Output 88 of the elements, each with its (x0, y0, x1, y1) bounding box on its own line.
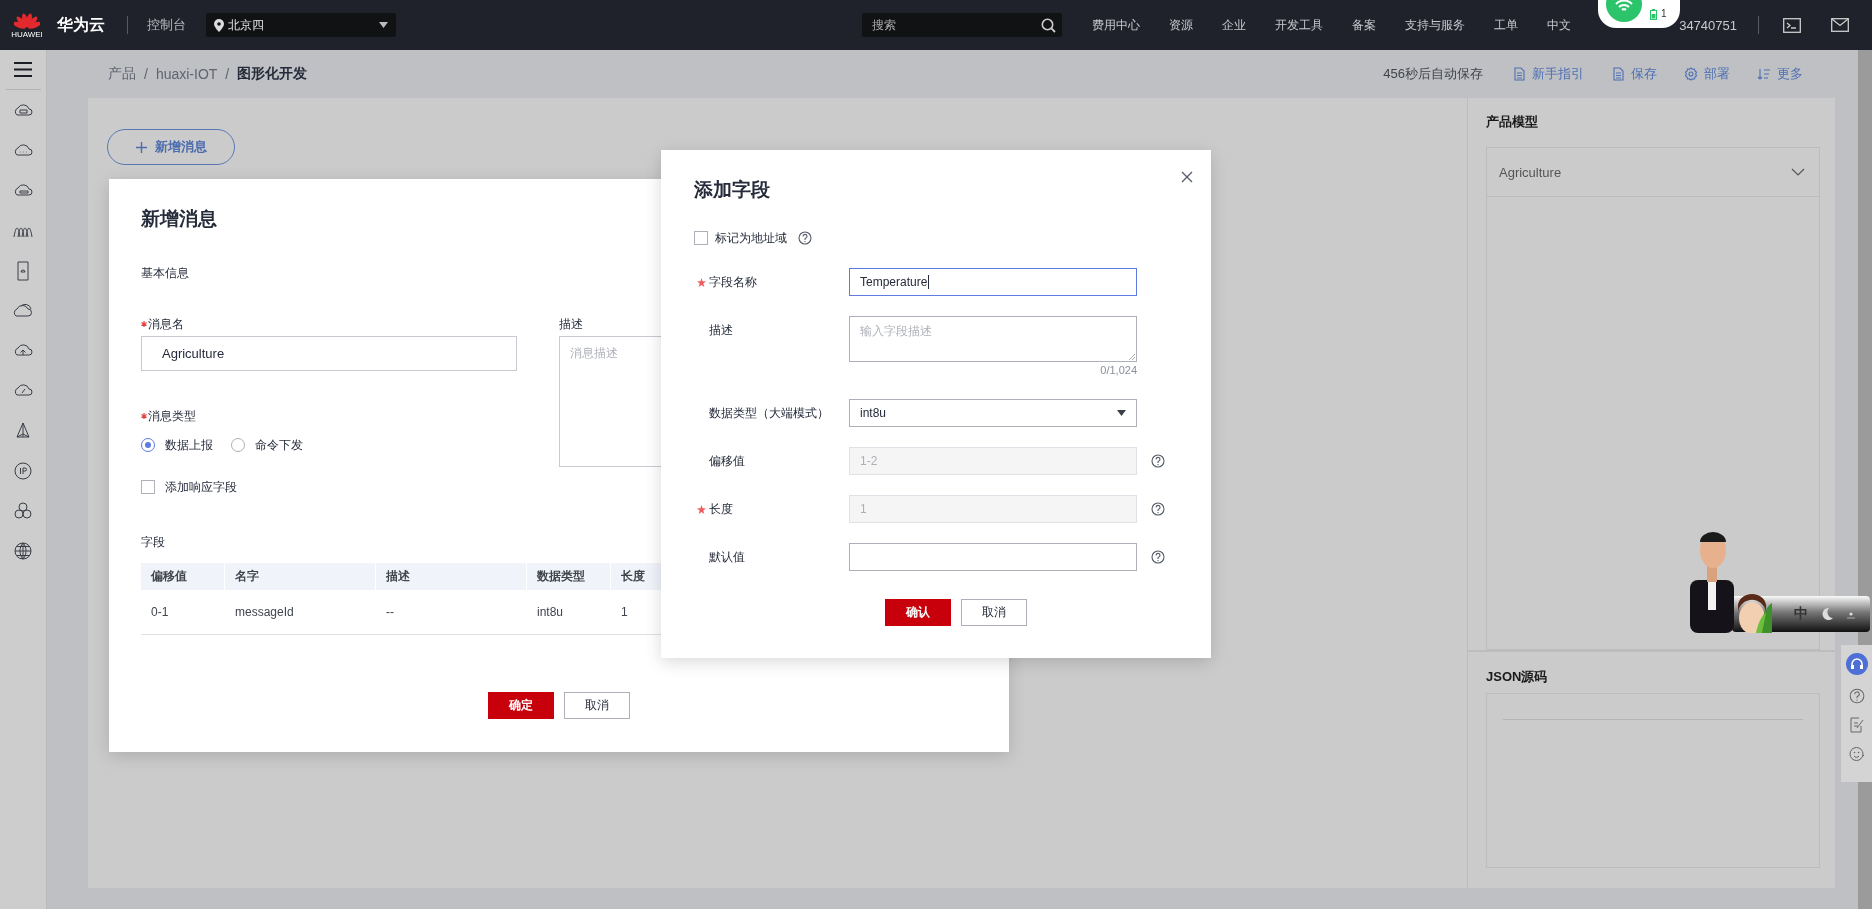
service-icon[interactable] (12, 540, 34, 562)
radio-label[interactable]: 数据上报 (165, 435, 213, 455)
close-icon[interactable] (1181, 171, 1193, 183)
cancel-button[interactable]: 取消 (564, 692, 630, 719)
nav-link[interactable]: 工单 (1494, 16, 1518, 34)
panel-title: JSON源码 (1486, 669, 1549, 685)
field-label: 描述 (709, 322, 733, 339)
text-field[interactable]: Agriculture (141, 336, 517, 371)
dialog-title: 新增消息 (141, 207, 218, 231)
wifi-icon (1606, 0, 1642, 22)
caret-icon (1117, 410, 1126, 416)
column-header: 名字 (225, 563, 376, 590)
location-pin-icon (214, 18, 224, 32)
breadcrumb-separator: / (225, 66, 230, 82)
caret-icon (379, 22, 388, 28)
moon-icon[interactable] (1820, 607, 1834, 621)
resize-handle-icon[interactable] (1128, 353, 1135, 360)
section-title: 字段 (141, 534, 165, 551)
search-field[interactable]: 搜索 (862, 13, 1062, 37)
panel-title: 产品模型 (1486, 114, 1539, 130)
status-widget[interactable]: 1 (1598, 0, 1680, 28)
text-field[interactable] (849, 543, 1137, 571)
table-cell-text: -- (385, 604, 395, 621)
table-cell-text: int8u (536, 604, 565, 621)
checkbox[interactable] (694, 231, 708, 245)
plus-icon (135, 141, 147, 153)
headset-icon[interactable] (1845, 653, 1868, 675)
model-select[interactable]: Agriculture (1487, 148, 1819, 197)
dialog-title: 添加字段 (694, 178, 771, 202)
count-text: 1 (1661, 8, 1667, 20)
character-counter: 0/1,024 (1100, 363, 1137, 378)
breadcrumb-current: 图形化开发 (237, 65, 308, 83)
type-select[interactable]: int8u (849, 399, 1137, 427)
field-label: 偏移值 (709, 453, 745, 470)
action-icon (1611, 67, 1625, 81)
battery-icon (1650, 9, 1657, 20)
field-label: 描述 (559, 316, 583, 333)
region-select[interactable]: 北京四 (206, 13, 396, 37)
nav-link[interactable]: 资源 (1169, 16, 1193, 34)
column-header: 数据类型 (527, 563, 611, 590)
help-icon[interactable] (1151, 550, 1165, 564)
action-icon (1684, 67, 1698, 81)
checkbox[interactable] (141, 480, 155, 494)
radio-label[interactable]: 命令下发 (255, 435, 303, 455)
column-header: 描述 (376, 563, 527, 590)
smiley-icon[interactable] (1848, 746, 1865, 762)
action-icon (1757, 67, 1771, 81)
column-header: 偏移值 (141, 563, 225, 590)
nav-link[interactable]: 支持与服务 (1405, 16, 1465, 34)
action-icon (1512, 67, 1526, 81)
field-label: 默认值 (709, 549, 745, 566)
field-label: 消息类型 (148, 408, 196, 425)
brand-name[interactable]: 华为云 (57, 14, 105, 36)
table-cell-text: 0-1 (150, 604, 170, 621)
cancel-button[interactable]: 取消 (961, 599, 1027, 626)
account-name[interactable]: 34740751 (1679, 17, 1737, 33)
nav-link[interactable]: 中文 (1547, 16, 1571, 34)
service-icon[interactable] (12, 460, 34, 482)
mail-icon[interactable] (1831, 18, 1849, 32)
nav-link[interactable]: 备案 (1352, 16, 1376, 34)
checkbox-label[interactable]: 添加响应字段 (165, 477, 237, 497)
breadcrumb-separator: / (144, 66, 148, 82)
autosave-status: 456秒后自动保存 (1383, 65, 1483, 83)
logo-icon (14, 11, 40, 29)
nav-link[interactable]: 企业 (1222, 16, 1246, 34)
edit-icon[interactable] (1848, 717, 1865, 733)
text-field[interactable]: Temperature (849, 268, 1137, 296)
confirm-button[interactable]: 确定 (488, 692, 554, 719)
help-icon[interactable] (798, 231, 812, 245)
nav-link[interactable]: 费用中心 (1092, 16, 1140, 34)
table-cell-text: messageId (234, 604, 295, 621)
field-label: 长度 (709, 501, 733, 518)
brand-text: HUAWEI (11, 30, 43, 39)
nav-link[interactable]: 开发工具 (1275, 16, 1323, 34)
field-label: 字段名称 (709, 274, 757, 291)
service-icon[interactable] (12, 500, 34, 522)
section-title: 基本信息 (141, 265, 189, 282)
table-cell-text: 1 (620, 604, 629, 621)
terminal-icon[interactable] (1783, 17, 1801, 33)
field-label: 消息名 (148, 316, 184, 333)
chevron-down-icon (1791, 168, 1805, 176)
checkbox-label[interactable]: 标记为地址域 (715, 228, 787, 248)
confirm-button[interactable]: 确认 (885, 599, 951, 626)
help-icon[interactable] (1848, 688, 1865, 704)
field-label: 数据类型（大端模式） (709, 405, 829, 422)
menu-icon[interactable] (14, 62, 32, 77)
console-link[interactable]: 控制台 (147, 16, 186, 34)
search-icon (1041, 17, 1056, 33)
